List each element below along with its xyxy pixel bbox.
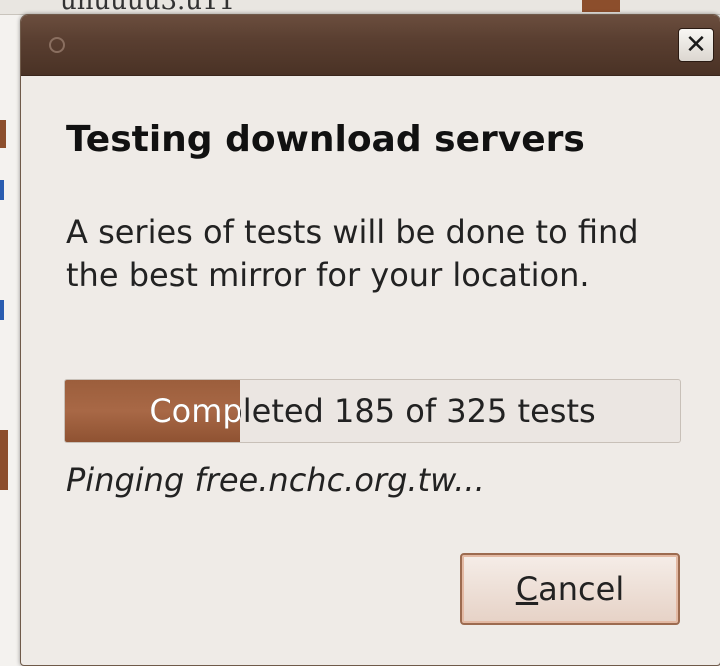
background-accent [0,180,4,200]
background-accent [582,0,620,12]
progress-text-overlay: Completed 185 of 325 tests [65,380,240,442]
dialog-heading: Testing download servers [66,119,585,160]
window-menu-icon[interactable] [49,37,65,53]
cancel-label: ancel [538,570,625,608]
close-icon: ✕ [685,30,707,60]
background-accent [0,430,8,490]
progress-bar: Completed 185 of 325 tests Completed 185… [64,379,681,443]
cancel-button[interactable]: Cancel [460,553,680,625]
title-bar[interactable]: ✕ [21,15,720,76]
status-text: Pinging free.nchc.org.tw... [66,461,485,499]
close-button[interactable]: ✕ [678,28,714,62]
testing-servers-dialog: ✕ Testing download servers A series of t… [20,14,720,666]
cancel-mnemonic: C [515,570,539,608]
background-accent [0,120,6,148]
dialog-description: A series of tests will be done to find t… [66,213,639,294]
background-accent [0,300,4,320]
progress-text-light: Completed 185 of 325 tests [149,392,241,430]
